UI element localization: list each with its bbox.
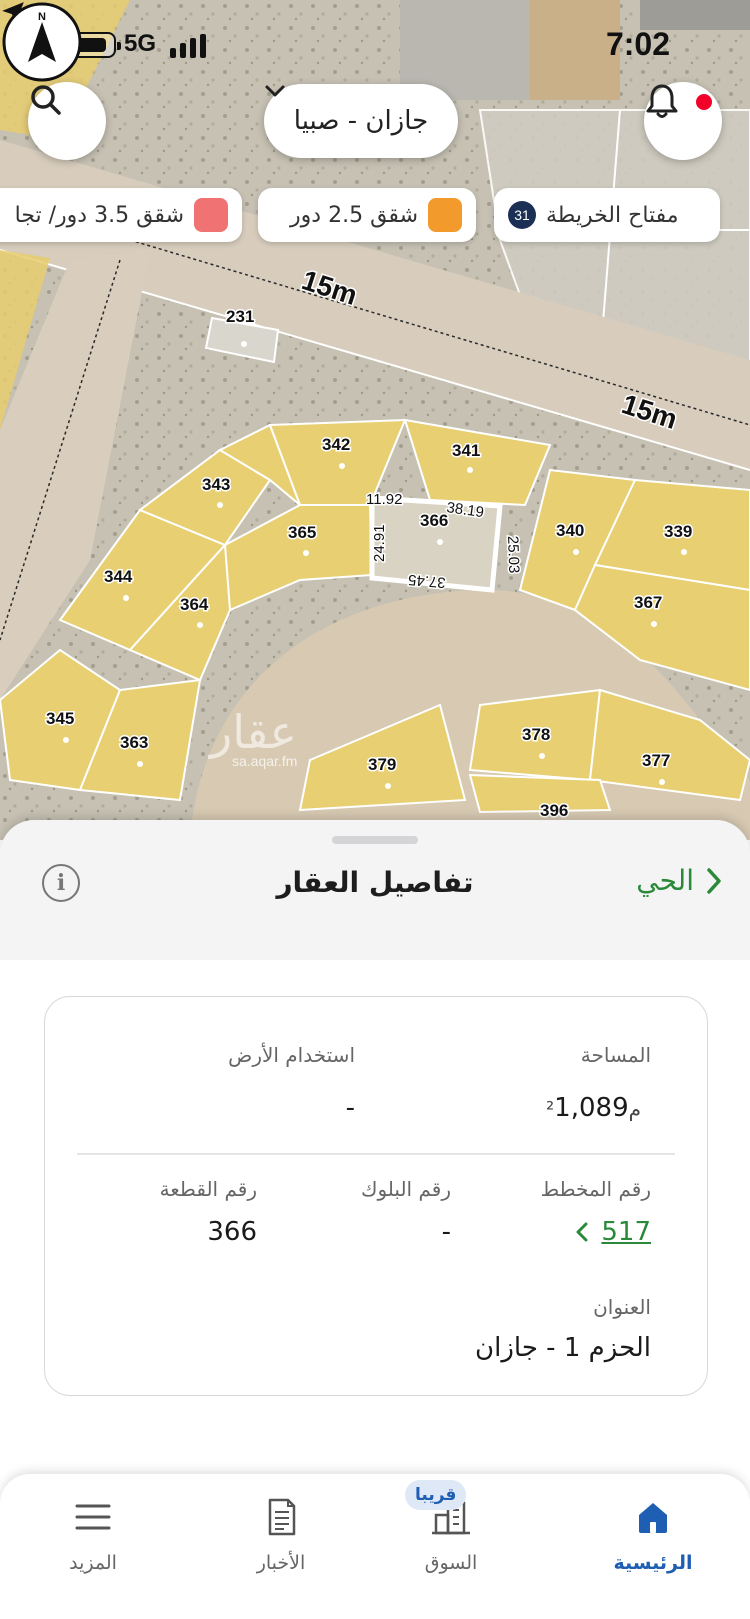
compass-icon[interactable]: N bbox=[0, 0, 84, 84]
nav-news[interactable]: الأخبار bbox=[216, 1486, 346, 1596]
neighborhood-back-label: الحي bbox=[636, 864, 694, 897]
plot-number[interactable]: 366 bbox=[419, 510, 450, 532]
nav-home[interactable]: الرئيسية bbox=[588, 1486, 718, 1596]
map-view[interactable]: 15m 15m 231 342 341 343 365 366 340 339 … bbox=[0, 0, 750, 840]
plot-number[interactable]: 378 bbox=[521, 724, 552, 746]
sheet-drag-handle[interactable] bbox=[332, 836, 418, 844]
chevron-left-icon bbox=[576, 1222, 588, 1242]
address-label: العنوان bbox=[593, 1295, 651, 1319]
dimension-label: 11.92 bbox=[366, 491, 402, 508]
plot-number[interactable]: 363 bbox=[119, 732, 150, 754]
network-type: 5G bbox=[124, 30, 157, 57]
plot-number[interactable]: 341 bbox=[451, 440, 482, 462]
signal-icon bbox=[170, 34, 210, 58]
nav-more-label: المزيد bbox=[69, 1552, 117, 1574]
plot-number[interactable]: 340 bbox=[555, 520, 586, 542]
bottom-navigation: الرئيسية السوق قريبا الأخبار المزيد bbox=[0, 1474, 750, 1619]
plot-number[interactable]: 367 bbox=[633, 592, 664, 614]
legend-chip-label: شقق 2.5 دور bbox=[290, 202, 418, 228]
legend-chip-3-5-floor[interactable]: شقق 3.5 دور/ تجا bbox=[0, 188, 242, 242]
area-value: م²1,089 bbox=[546, 1093, 651, 1123]
land-use-label: استخدام الأرض bbox=[228, 1043, 355, 1067]
plot-number[interactable]: 342 bbox=[321, 434, 352, 456]
plan-number-value: 517 bbox=[601, 1217, 651, 1247]
plot-number[interactable]: 339 bbox=[663, 521, 694, 543]
notification-badge bbox=[694, 92, 714, 112]
status-bar: 5G 7:02 bbox=[0, 0, 750, 90]
menu-icon bbox=[75, 1504, 111, 1530]
property-card: المساحة م²1,089 استخدام الأرض - رقم المخ… bbox=[44, 996, 708, 1396]
search-button[interactable] bbox=[28, 82, 106, 160]
dimension-label: 24.91 bbox=[371, 524, 388, 562]
legend-swatch bbox=[428, 198, 462, 232]
news-icon bbox=[268, 1498, 296, 1536]
plot-number[interactable]: 345 bbox=[45, 708, 76, 730]
plot-number[interactable]: 379 bbox=[367, 754, 398, 776]
clock: 7:02 bbox=[605, 26, 670, 62]
neighborhood-back-link[interactable]: الحي bbox=[636, 864, 722, 897]
chevron-right-icon bbox=[707, 867, 721, 894]
card-divider bbox=[77, 1153, 675, 1155]
nav-more[interactable]: المزيد bbox=[28, 1486, 158, 1596]
search-icon bbox=[31, 85, 61, 115]
block-number-value: - bbox=[441, 1217, 451, 1247]
plot-number-label: رقم القطعة bbox=[159, 1177, 257, 1201]
compass-north-label: N bbox=[38, 11, 46, 23]
plot-number[interactable]: 344 bbox=[103, 566, 135, 588]
city-selector-label: جازان - صبيا bbox=[293, 106, 429, 136]
plan-number-label: رقم المخطط bbox=[540, 1177, 651, 1201]
notifications-button[interactable] bbox=[644, 82, 722, 160]
plot-number[interactable]: 364 bbox=[179, 594, 211, 616]
plot-number[interactable]: 231 bbox=[225, 306, 256, 328]
plot-number[interactable]: 396 bbox=[539, 800, 570, 822]
plot-number[interactable]: 343 bbox=[201, 474, 232, 496]
bell-icon bbox=[646, 84, 678, 118]
watermark-url: sa.aqar.fm bbox=[232, 753, 297, 769]
nav-home-label: الرئيسية bbox=[613, 1552, 693, 1574]
plot-number[interactable]: 365 bbox=[287, 522, 318, 544]
block-number-label: رقم البلوك bbox=[360, 1177, 451, 1201]
nav-news-label: الأخبار bbox=[256, 1552, 306, 1574]
map-key-button[interactable]: 31 مفتاح الخريطة bbox=[494, 188, 720, 242]
home-icon bbox=[639, 1503, 667, 1533]
nav-market-label: السوق bbox=[424, 1552, 478, 1574]
watermark-text: عقار bbox=[208, 705, 297, 759]
area-number: 1,089 bbox=[554, 1093, 629, 1123]
area-label: المساحة bbox=[580, 1043, 651, 1067]
map-key-label: مفتاح الخريطة bbox=[546, 202, 679, 228]
map-key-count: 31 bbox=[508, 201, 536, 229]
chevron-down-icon bbox=[265, 85, 285, 97]
legend-chip-label: شقق 3.5 دور/ تجا bbox=[14, 202, 184, 228]
coming-soon-badge: قريبا bbox=[405, 1480, 467, 1510]
plan-number-link[interactable]: 517 bbox=[575, 1217, 651, 1247]
dimension-label: 37.45 bbox=[407, 571, 446, 591]
plot-number[interactable]: 377 bbox=[641, 750, 672, 772]
sheet-header: i تفاصيل العقار الحي bbox=[0, 850, 750, 920]
city-selector[interactable]: جازان - صبيا bbox=[264, 84, 458, 158]
land-use-value: - bbox=[345, 1093, 355, 1123]
dimension-label: 25.03 bbox=[504, 536, 522, 574]
legend-chip-2-5-floor[interactable]: شقق 2.5 دور bbox=[258, 188, 476, 242]
address-value: الحزم 1 - جازان bbox=[475, 1333, 651, 1363]
legend-swatch bbox=[194, 198, 228, 232]
plot-number-value: 366 bbox=[207, 1217, 257, 1247]
